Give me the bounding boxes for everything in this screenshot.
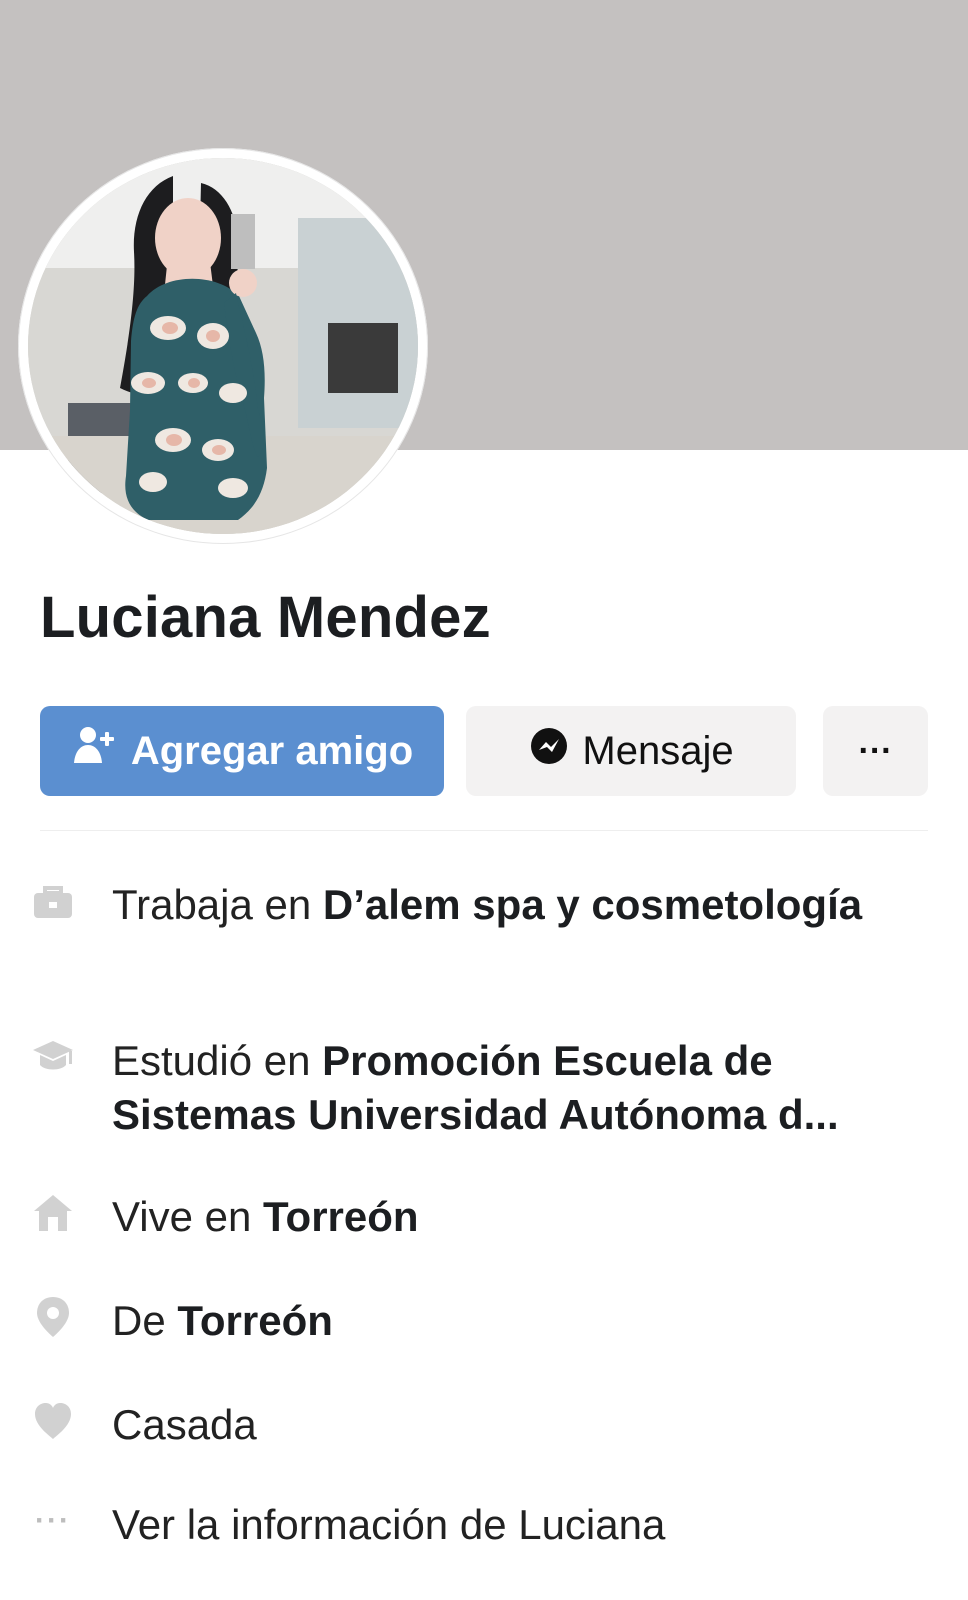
lives-in-info-text: Vive en Torreón: [112, 1193, 419, 1240]
graduation-cap-icon: [30, 1034, 76, 1080]
education-info-row: Estudió en Promoción Escuela de Sistemas…: [30, 1034, 910, 1142]
see-more-info-link[interactable]: Ver la información de Luciana: [112, 1498, 902, 1552]
from-info-text: De Torreón: [112, 1297, 333, 1344]
relationship-info-row: Casada: [30, 1398, 910, 1452]
add-friend-label: Agregar amigo: [130, 728, 414, 773]
more-icon: ···: [858, 731, 893, 770]
user-plus-icon: [71, 725, 119, 777]
profile-avatar[interactable]: [28, 158, 418, 534]
messenger-icon: [528, 725, 570, 777]
see-more-info-row[interactable]: ··· Ver la información de Luciana: [30, 1498, 910, 1552]
briefcase-icon: [30, 878, 76, 924]
heart-icon: [30, 1398, 76, 1444]
lives-in-info-row: Vive en Torreón: [30, 1190, 910, 1244]
home-icon: [30, 1190, 76, 1236]
message-button[interactable]: Mensaje: [466, 706, 796, 796]
work-info-row: Trabaja en D’alem spa y cosmetología: [30, 878, 910, 932]
profile-name: Luciana Mendez: [40, 585, 491, 650]
profile-actions: Agregar amigo Mensaje ···: [40, 706, 928, 796]
add-friend-button[interactable]: Agregar amigo: [40, 706, 444, 796]
more-button[interactable]: ···: [823, 706, 928, 796]
education-info-text: Estudió en Promoción Escuela de Sistemas…: [112, 1037, 839, 1138]
divider: [40, 830, 928, 831]
message-label: Mensaje: [582, 728, 734, 773]
work-info-text: Trabaja en D’alem spa y cosmetología: [112, 881, 863, 928]
from-info-row: De Torreón: [30, 1294, 910, 1348]
location-pin-icon: [30, 1294, 76, 1340]
dots-icon: ···: [35, 1504, 71, 1537]
relationship-info-text: Casada: [112, 1401, 257, 1448]
